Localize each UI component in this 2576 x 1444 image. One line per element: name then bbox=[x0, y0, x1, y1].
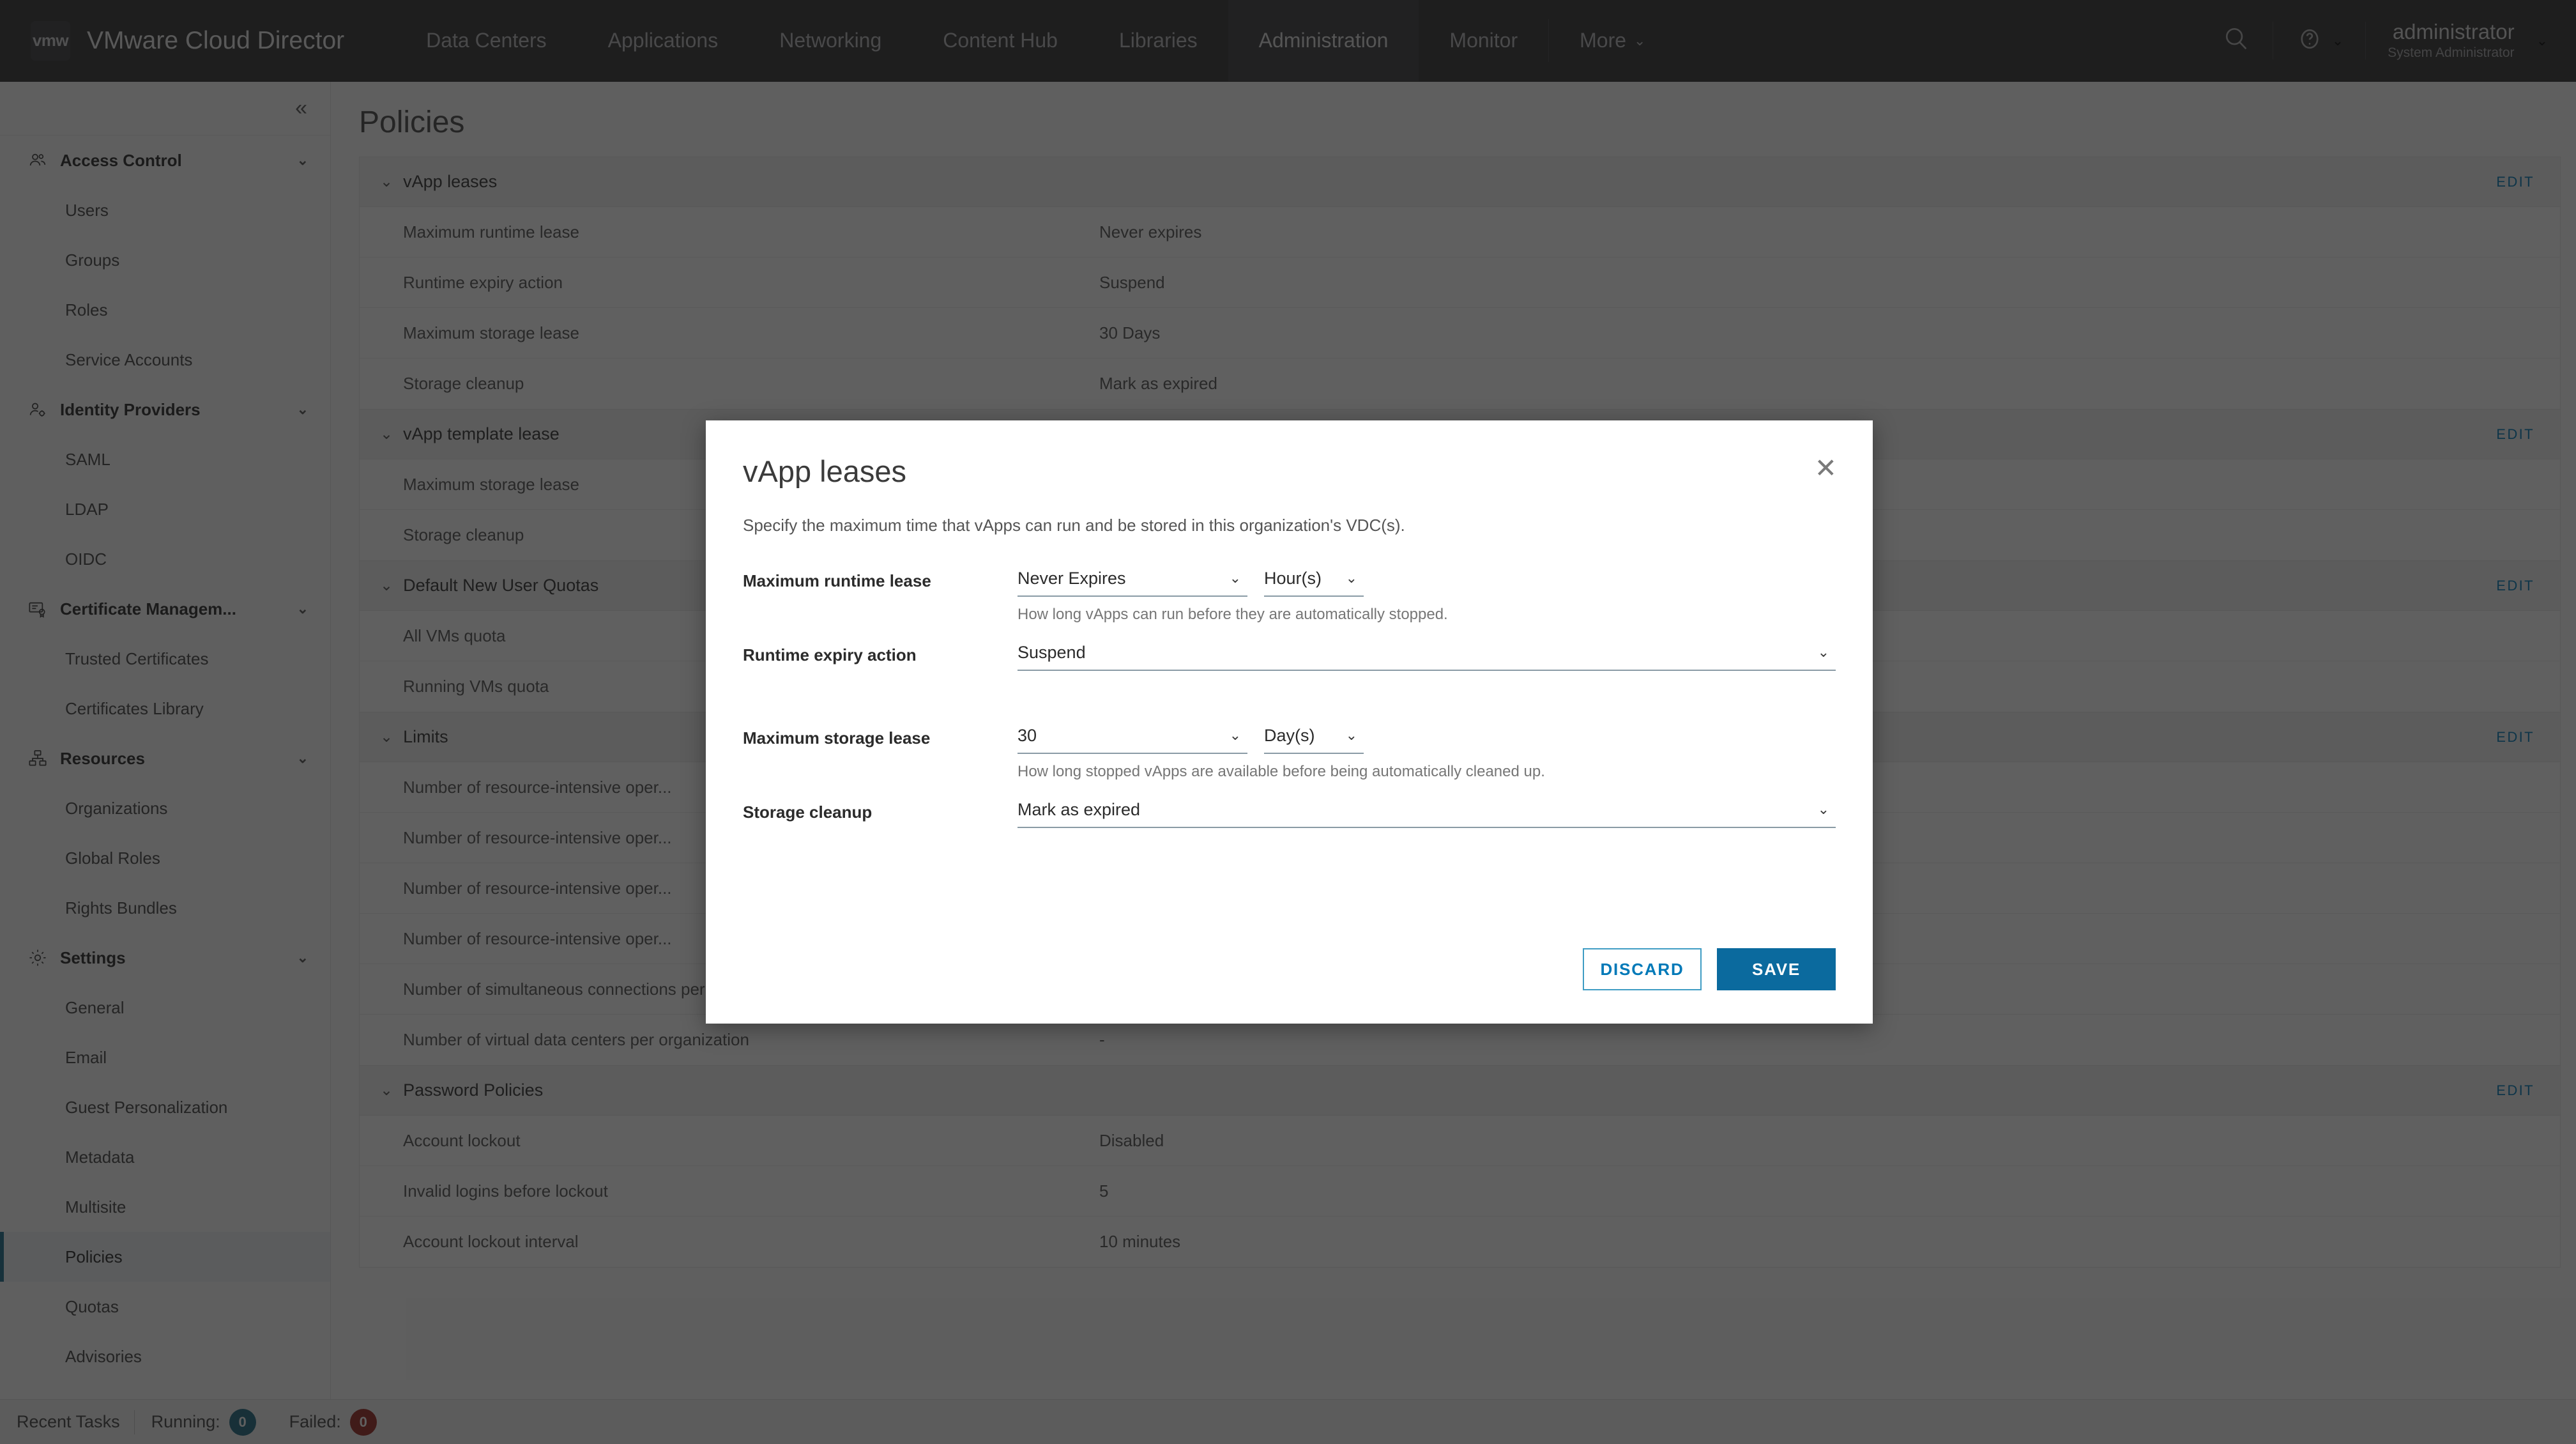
runtime-expiry-action-value: Suspend bbox=[1017, 642, 1086, 662]
maximum-storage-lease-unit-value: Day(s) bbox=[1264, 725, 1315, 745]
modal-body: Specify the maximum time that vApps can … bbox=[706, 489, 1873, 948]
maximum-runtime-lease-select[interactable]: Never Expires ⌄ bbox=[1017, 561, 1247, 597]
form-row: Storage cleanup Mark as expired ⌄ bbox=[743, 792, 1836, 864]
close-icon[interactable]: ✕ bbox=[1810, 454, 1842, 483]
control-line: 30 ⌄ Day(s) ⌄ bbox=[1017, 718, 1836, 754]
field-hint: How long stopped vApps are available bef… bbox=[1017, 763, 1545, 780]
field-label: Maximum runtime lease bbox=[743, 571, 931, 590]
modal-title: vApp leases bbox=[743, 454, 907, 488]
control-line: Suspend ⌄ bbox=[1017, 635, 1836, 671]
field-label: Runtime expiry action bbox=[743, 645, 917, 664]
chevron-down-icon: ⌄ bbox=[1345, 727, 1357, 743]
field-control: Never Expires ⌄ Hour(s) ⌄ How long vApps can… bbox=[1017, 561, 1836, 624]
runtime-expiry-action-select[interactable]: Suspend ⌄ bbox=[1017, 635, 1836, 671]
maximum-runtime-lease-value: Never Expires bbox=[1017, 568, 1126, 588]
save-button[interactable]: SAVE bbox=[1717, 948, 1836, 990]
chevron-down-icon: ⌄ bbox=[1817, 801, 1829, 817]
field-spacer bbox=[1017, 671, 1836, 707]
chevron-down-icon: ⌄ bbox=[1817, 644, 1829, 660]
control-line: Mark as expired ⌄ bbox=[1017, 792, 1836, 828]
form-row: Runtime expiry action Suspend ⌄ bbox=[743, 635, 1836, 707]
field-label: Maximum storage lease bbox=[743, 728, 931, 748]
vapp-leases-modal: vApp leases ✕ Specify the maximum time t… bbox=[706, 420, 1873, 1024]
field-control: Suspend ⌄ bbox=[1017, 635, 1836, 707]
app-root: vmw VMware Cloud Director Data CentersAp… bbox=[0, 0, 2576, 1444]
field-hint: How long vApps can run before they are a… bbox=[1017, 606, 1448, 623]
chevron-down-icon: ⌄ bbox=[1229, 727, 1241, 743]
modal-description: Specify the maximum time that vApps can … bbox=[743, 516, 1405, 535]
modal-form: Maximum runtime lease Never Expires ⌄ Hour(… bbox=[743, 561, 1836, 864]
form-row: Maximum runtime lease Never Expires ⌄ Hour(… bbox=[743, 561, 1836, 624]
storage-cleanup-value: Mark as expired bbox=[1017, 799, 1141, 819]
field-spacer bbox=[1017, 828, 1836, 864]
chevron-down-icon: ⌄ bbox=[1229, 570, 1241, 586]
maximum-runtime-lease-unit-value: Hour(s) bbox=[1264, 568, 1322, 588]
maximum-storage-lease-unit-select[interactable]: Day(s) ⌄ bbox=[1264, 718, 1364, 754]
storage-cleanup-select[interactable]: Mark as expired ⌄ bbox=[1017, 792, 1836, 828]
discard-button[interactable]: DISCARD bbox=[1583, 948, 1702, 990]
maximum-storage-lease-select[interactable]: 30 ⌄ bbox=[1017, 718, 1247, 754]
modal-footer: DISCARD SAVE bbox=[706, 948, 1873, 1024]
modal-header: vApp leases ✕ bbox=[706, 420, 1873, 489]
maximum-runtime-lease-unit-select[interactable]: Hour(s) ⌄ bbox=[1264, 561, 1364, 597]
form-row: Maximum storage lease 30 ⌄ Day(s) ⌄ How long … bbox=[743, 718, 1836, 781]
field-control: Mark as expired ⌄ bbox=[1017, 792, 1836, 864]
field-label: Storage cleanup bbox=[743, 803, 873, 822]
control-line: Never Expires ⌄ Hour(s) ⌄ bbox=[1017, 561, 1836, 597]
chevron-down-icon: ⌄ bbox=[1345, 570, 1357, 586]
field-control: 30 ⌄ Day(s) ⌄ How long stopped vApps are ava… bbox=[1017, 718, 1836, 781]
maximum-storage-lease-value: 30 bbox=[1017, 725, 1037, 745]
